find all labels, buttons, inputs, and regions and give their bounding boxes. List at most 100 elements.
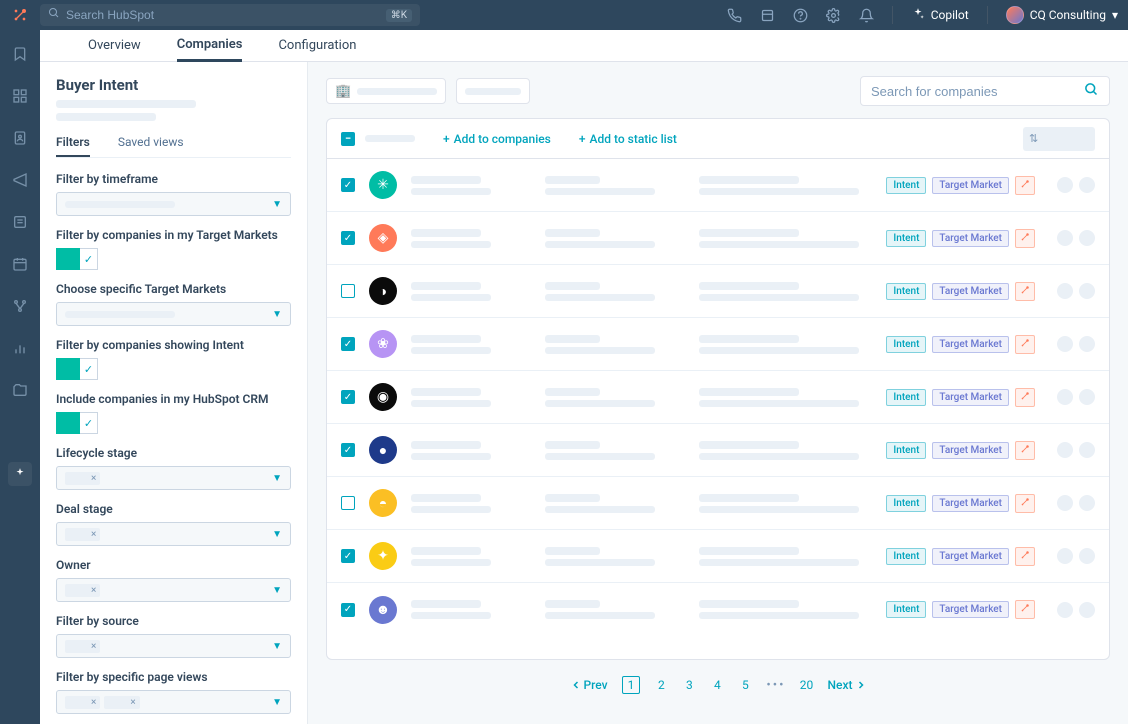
- bookmark-icon[interactable]: [8, 42, 32, 66]
- label-deal: Deal stage: [56, 502, 291, 516]
- chip[interactable]: ×: [65, 640, 100, 653]
- row-action-1[interactable]: [1057, 283, 1073, 299]
- row-checkbox[interactable]: [341, 178, 355, 192]
- row-checkbox[interactable]: [341, 284, 355, 298]
- marketplace-icon[interactable]: [760, 8, 775, 23]
- copilot-button[interactable]: Copilot: [911, 7, 969, 24]
- company-logo-icon: ❀: [369, 330, 397, 358]
- hubspot-logo-icon[interactable]: [10, 5, 30, 25]
- global-search-input[interactable]: [66, 8, 386, 22]
- row-action-2[interactable]: [1079, 602, 1095, 618]
- grid-icon[interactable]: [8, 84, 32, 108]
- label-intent: Filter by companies showing Intent: [56, 338, 291, 352]
- select-all-checkbox[interactable]: [341, 132, 355, 146]
- row-action-2[interactable]: [1079, 495, 1095, 511]
- select-page-views[interactable]: × × ▼: [56, 690, 291, 714]
- page-1[interactable]: 1: [622, 676, 641, 694]
- label-owner: Owner: [56, 558, 291, 572]
- row-action-1[interactable]: [1057, 389, 1073, 405]
- row-checkbox[interactable]: [341, 549, 355, 563]
- select-lifecycle[interactable]: × ▼: [56, 466, 291, 490]
- breadcrumb-secondary[interactable]: [456, 78, 530, 104]
- company-col-3: [699, 229, 872, 248]
- automation-icon[interactable]: [8, 294, 32, 318]
- company-search-input[interactable]: [871, 84, 1084, 99]
- row-action-2[interactable]: [1079, 283, 1095, 299]
- subtab-saved-views[interactable]: Saved views: [118, 135, 184, 157]
- subtab-filters[interactable]: Filters: [56, 135, 90, 157]
- row-action-1[interactable]: [1057, 548, 1073, 564]
- sort-dropdown[interactable]: ⇅: [1023, 127, 1095, 151]
- chip[interactable]: ×: [65, 584, 100, 597]
- row-action-1[interactable]: [1057, 230, 1073, 246]
- row-action-1[interactable]: [1057, 602, 1073, 618]
- help-icon[interactable]: [793, 8, 808, 23]
- close-icon[interactable]: ×: [91, 473, 96, 484]
- chip[interactable]: ×: [65, 528, 100, 541]
- close-icon[interactable]: ×: [91, 641, 96, 652]
- row-checkbox[interactable]: [341, 603, 355, 617]
- row-action-2[interactable]: [1079, 177, 1095, 193]
- select-source[interactable]: × ▼: [56, 634, 291, 658]
- company-col-2: [545, 176, 685, 195]
- row-checkbox[interactable]: [341, 390, 355, 404]
- top-nav: ⌘K Copilot CQ Consulting ▾: [0, 0, 1128, 30]
- row-action-1[interactable]: [1057, 177, 1073, 193]
- page-2[interactable]: 2: [654, 678, 668, 692]
- company-col-3: [699, 547, 872, 566]
- row-action-1[interactable]: [1057, 442, 1073, 458]
- toggle-include-crm[interactable]: ✓: [56, 412, 291, 434]
- row-checkbox[interactable]: [341, 496, 355, 510]
- select-owner[interactable]: × ▼: [56, 578, 291, 602]
- close-icon[interactable]: ×: [91, 529, 96, 540]
- chip[interactable]: ×: [65, 696, 100, 709]
- row-checkbox[interactable]: [341, 337, 355, 351]
- ai-icon[interactable]: [8, 462, 32, 486]
- calendar-icon[interactable]: [8, 252, 32, 276]
- select-deal-stage[interactable]: × ▼: [56, 522, 291, 546]
- select-target-markets[interactable]: ▼: [56, 302, 291, 326]
- next-button[interactable]: Next: [828, 678, 867, 692]
- toggle-target-markets[interactable]: ✓: [56, 248, 291, 270]
- page-4[interactable]: 4: [710, 678, 724, 692]
- chip[interactable]: ×: [65, 472, 100, 485]
- tab-configuration[interactable]: Configuration: [278, 30, 356, 62]
- notifications-icon[interactable]: [859, 8, 874, 23]
- row-checkbox[interactable]: [341, 231, 355, 245]
- row-action-2[interactable]: [1079, 548, 1095, 564]
- close-icon[interactable]: ×: [91, 585, 96, 596]
- toggle-intent[interactable]: ✓: [56, 358, 291, 380]
- row-action-2[interactable]: [1079, 336, 1095, 352]
- account-menu[interactable]: CQ Consulting ▾: [1006, 6, 1118, 24]
- add-to-static-list-button[interactable]: + Add to static list: [579, 132, 677, 146]
- row-action-1[interactable]: [1057, 336, 1073, 352]
- row-action-2[interactable]: [1079, 389, 1095, 405]
- settings-icon[interactable]: [826, 8, 841, 23]
- tab-overview[interactable]: Overview: [88, 30, 141, 62]
- page-5[interactable]: 5: [738, 678, 752, 692]
- select-timeframe[interactable]: ▼: [56, 192, 291, 216]
- add-to-companies-button[interactable]: + Add to companies: [443, 132, 551, 146]
- library-icon[interactable]: [8, 378, 32, 402]
- global-search[interactable]: ⌘K: [40, 4, 420, 26]
- company-col-2: [545, 282, 685, 301]
- page-20[interactable]: 20: [800, 678, 814, 692]
- tab-companies[interactable]: Companies: [177, 30, 243, 62]
- close-icon[interactable]: ×: [91, 697, 96, 708]
- prev-button[interactable]: Prev: [570, 678, 608, 692]
- row-action-1[interactable]: [1057, 495, 1073, 511]
- breadcrumb[interactable]: 🏢: [326, 78, 446, 104]
- row-action-2[interactable]: [1079, 230, 1095, 246]
- company-search[interactable]: [860, 76, 1110, 106]
- phone-icon[interactable]: [727, 8, 742, 23]
- chip[interactable]: ×: [104, 696, 139, 709]
- hubspot-badge-icon: [1015, 388, 1035, 407]
- page-3[interactable]: 3: [682, 678, 696, 692]
- marketing-icon[interactable]: [8, 168, 32, 192]
- row-checkbox[interactable]: [341, 443, 355, 457]
- contacts-icon[interactable]: [8, 126, 32, 150]
- row-action-2[interactable]: [1079, 442, 1095, 458]
- content-icon[interactable]: [8, 210, 32, 234]
- close-icon[interactable]: ×: [130, 697, 135, 708]
- reports-icon[interactable]: [8, 336, 32, 360]
